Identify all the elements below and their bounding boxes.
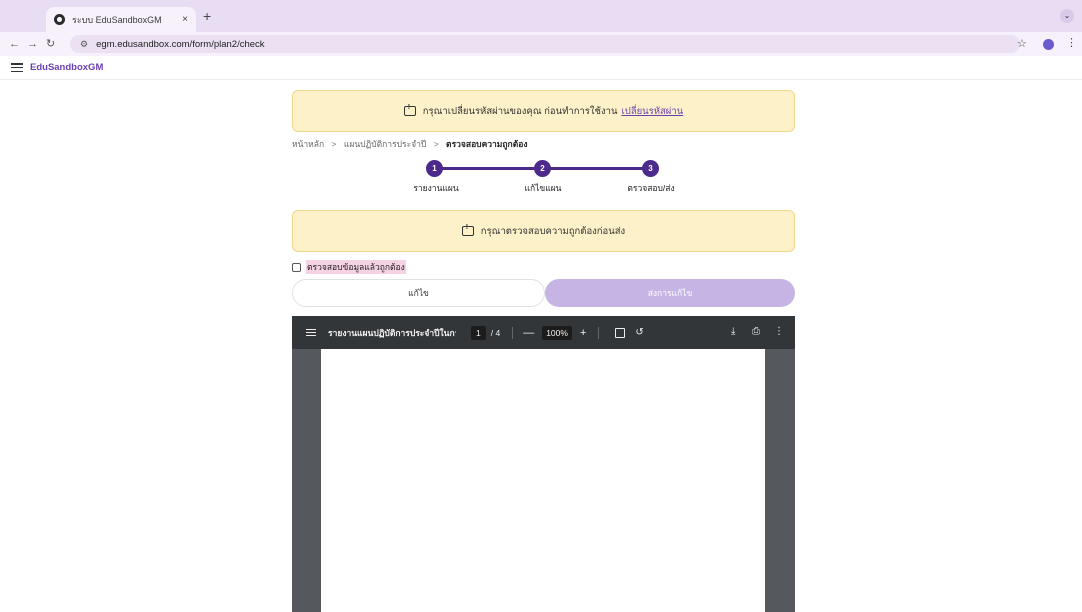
browser-tab-strip: ระบบ EduSandboxGM × + ⌄ — [0, 0, 1082, 32]
pdf-divider — [598, 326, 600, 339]
pdf-menu-icon[interactable] — [306, 328, 316, 337]
rotate-icon[interactable]: ↺ — [635, 327, 643, 338]
step-3-dot: 3 — [642, 160, 659, 177]
pdf-toolbar: รายงานแผนปฏิบัติการประจำปีในการ... 1 / 4… — [292, 316, 795, 349]
breadcrumb-home[interactable]: หน้าหลัก — [292, 139, 324, 149]
step-3-label: ตรวจสอบ/ส่ง — [627, 183, 675, 193]
tab-search-chevron-icon[interactable]: ⌄ — [1060, 9, 1074, 23]
pdf-page-total: / 4 — [490, 327, 501, 338]
pdf-more-options-icon[interactable]: ⋮ — [774, 326, 784, 337]
profile-avatar-icon[interactable] — [1043, 39, 1054, 50]
browser-menu-icon[interactable]: ⋮ — [1066, 36, 1077, 49]
browser-toolbar: ← → ↻ ⚙ egm.edusandbox.com/form/plan2/ch… — [0, 32, 1082, 56]
zoom-in-button[interactable]: + — [580, 327, 586, 339]
breadcrumb-separator: > — [331, 139, 337, 149]
pdf-page-input[interactable]: 1 — [471, 325, 486, 340]
progress-stepper: 1 2 3 รายงานแผน แก้ไขแผน ตรวจสอบ/ส่ง — [400, 160, 700, 196]
change-password-link[interactable]: เปลี่ยนรหัสผ่าน — [621, 104, 683, 119]
new-tab-button[interactable]: + — [203, 7, 211, 25]
breadcrumb: หน้าหลัก > แผนปฏิบัติการประจำปี > ตรวจสอ… — [292, 137, 527, 151]
tab-close-icon[interactable]: × — [182, 14, 188, 25]
confirm-data-checkbox-row[interactable]: ตรวจสอบข้อมูลแล้วถูกต้อง — [292, 260, 406, 274]
step-2-label: แก้ไขแผน — [524, 183, 562, 193]
hamburger-menu-icon[interactable] — [11, 63, 23, 72]
address-bar[interactable]: ⚙ egm.edusandbox.com/form/plan2/check — [70, 35, 1020, 53]
pdf-zoom-input[interactable]: 100% — [542, 325, 572, 340]
download-icon[interactable]: ⤓ — [731, 326, 735, 337]
print-icon[interactable]: ⎙ — [752, 326, 760, 337]
breadcrumb-annual-plan[interactable]: แผนปฏิบัติการประจำปี — [344, 139, 426, 149]
zoom-out-button[interactable]: — — [523, 327, 534, 339]
edit-button[interactable]: แก้ไข — [292, 279, 545, 307]
reload-icon[interactable]: ↻ — [46, 36, 55, 52]
browser-tab-title: ระบบ EduSandboxGM — [72, 14, 162, 25]
message-alert-icon — [461, 224, 474, 236]
forward-arrow-icon[interactable]: → — [27, 36, 38, 52]
submit-edit-button[interactable]: ส่งการแก้ไข — [545, 279, 795, 307]
step-1-dot: 1 — [426, 160, 443, 177]
pdf-viewer: รายงานแผนปฏิบัติการประจำปีในการ... 1 / 4… — [292, 316, 795, 612]
app-brand[interactable]: EduSandboxGM — [30, 62, 103, 73]
breadcrumb-separator: > — [433, 139, 439, 149]
change-password-text: กรุณาเปลี่ยนรหัสผ่านของคุณ ก่อนทำการใช้ง… — [422, 105, 618, 117]
message-alert-icon — [403, 104, 416, 116]
confirm-checkbox[interactable] — [292, 262, 301, 272]
step-2-dot: 2 — [534, 160, 551, 177]
back-arrow-icon[interactable]: ← — [9, 36, 20, 52]
url-text: egm.edusandbox.com/form/plan2/check — [96, 38, 265, 50]
app-header: EduSandboxGM — [0, 56, 1082, 80]
change-password-notice: กรุณาเปลี่ยนรหัสผ่านของคุณ ก่อนทำการใช้ง… — [292, 90, 795, 132]
step-1-label: รายงานแผน — [413, 183, 459, 193]
pdf-page-canvas[interactable] — [321, 349, 765, 612]
verify-notice: กรุณาตรวจสอบความถูกต้องก่อนส่ง — [292, 210, 795, 252]
verify-notice-text: กรุณาตรวจสอบความถูกต้องก่อนส่ง — [480, 225, 626, 237]
pdf-divider — [512, 326, 514, 339]
fit-page-icon[interactable] — [615, 327, 626, 338]
site-favicon-icon — [54, 14, 65, 25]
confirm-checkbox-label: ตรวจสอบข้อมูลแล้วถูกต้อง — [306, 260, 406, 274]
bookmark-star-icon[interactable]: ☆ — [1017, 37, 1027, 50]
browser-tab[interactable]: ระบบ EduSandboxGM × — [46, 7, 196, 32]
pdf-document-title: รายงานแผนปฏิบัติการประจำปีในการ... — [328, 327, 456, 338]
breadcrumb-current: ตรวจสอบความถูกต้อง — [446, 139, 528, 149]
step-connector — [550, 167, 650, 170]
site-info-icon[interactable]: ⚙ — [80, 39, 88, 50]
